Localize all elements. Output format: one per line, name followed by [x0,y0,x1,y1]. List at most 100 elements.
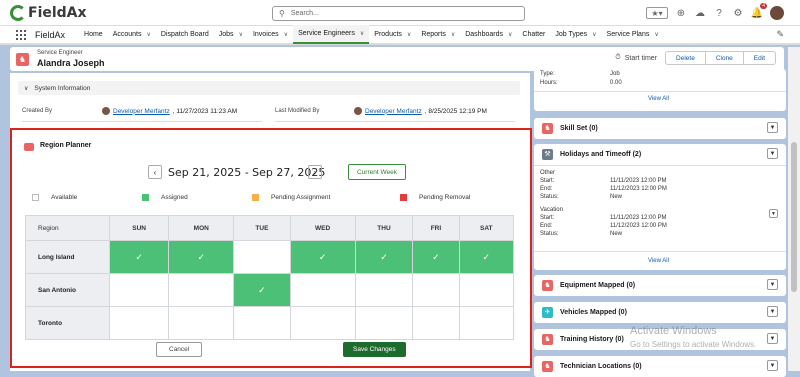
clone-button[interactable]: Clone [705,51,744,65]
chevron-down-icon[interactable]: ∨ [360,30,364,37]
start-timer-label: Start timer [624,54,658,62]
edit-nav-icon[interactable]: ✎ [776,29,784,40]
view-all-link[interactable]: View All [648,96,669,102]
nav-item-dispatch-board[interactable]: Dispatch Board [156,25,214,44]
nav-item-label: Home [84,31,103,38]
region-grid: Region SUN MON TUE WED THU FRI SAT Long Island ✓… [25,215,515,340]
region-column-header: Region [25,215,110,241]
user-avatar[interactable] [770,6,784,20]
available-cell[interactable] [412,273,460,307]
available-cell[interactable] [168,306,235,340]
chevron-down-icon[interactable]: ▼ [767,333,778,344]
skill-set-title[interactable]: Skill Set (0) [560,125,598,132]
nav-item-accounts[interactable]: Accounts ∨ [108,25,156,44]
day-column-header: TUE [233,215,291,241]
chevron-down-icon[interactable]: ∨ [654,31,658,38]
nav-item-products[interactable]: Products ∨ [369,25,416,44]
start-value: 11/11/2023 12:00 PM [610,215,667,221]
available-cell[interactable] [458,273,515,307]
save-changes-button[interactable]: Save Changes [343,342,406,357]
nav-item-invoices[interactable]: Invoices ∨ [248,25,293,44]
available-cell[interactable] [354,306,414,340]
detail-panel: ∨ System Information Created By Develope… [10,73,532,371]
end-value: 11/12/2023 12:00 PM [610,223,667,229]
app-logo[interactable]: FieldAx [10,5,87,21]
gear-icon[interactable]: ⚙ [732,7,744,19]
start-timer-button[interactable]: ⏱ Start timer [615,54,657,62]
assigned-cell[interactable]: ✓ [168,240,235,274]
cancel-button[interactable]: Cancel [156,342,203,357]
created-by-label: Created By [22,108,53,114]
chevron-down-icon[interactable]: ∨ [284,31,288,38]
available-cell[interactable] [289,273,356,307]
chevron-down-icon[interactable]: ▼ [767,148,778,159]
available-cell[interactable] [233,306,291,340]
technician-locations-title[interactable]: Technician Locations (0) [560,363,642,370]
equipment-title[interactable]: Equipment Mapped (0) [560,282,635,289]
nav-item-home[interactable]: Home [79,25,108,44]
nav-item-service-plans[interactable]: Service Plans ∨ [602,25,664,44]
nav-item-chatter[interactable]: Chatter [517,25,550,44]
add-icon[interactable]: ⊕ [675,7,687,19]
page-scrollbar[interactable] [788,47,800,371]
nav-item-label: Reports [421,31,446,38]
nav-item-jobs[interactable]: Jobs ∨ [214,25,248,44]
help-icon[interactable]: ? [713,7,725,19]
available-cell[interactable] [458,306,515,340]
app-launcher-icon[interactable] [16,29,26,40]
assigned-cell[interactable]: ✓ [458,240,515,274]
assigned-cell[interactable]: ✓ [354,240,414,274]
delete-button[interactable]: Delete [665,51,706,65]
current-week-button[interactable]: Current Week [348,164,406,180]
holidays-title[interactable]: Holidays and Timeoff (2) [560,151,641,158]
nav-item-job-types[interactable]: Job Types ∨ [550,25,601,44]
chevron-down-icon[interactable]: ∨ [508,31,512,38]
nav-item-label: Chatter [522,31,546,38]
chevron-down-icon[interactable]: ▼ [769,209,778,218]
edit-button[interactable]: Edit [743,51,776,65]
scrollbar-thumb[interactable] [791,142,797,292]
modified-by-link[interactable]: Developer Merfantz [365,108,422,115]
nav-item-reports[interactable]: Reports ∨ [416,25,460,44]
available-cell[interactable] [108,306,170,340]
search-input[interactable]: ⚲ Search... [272,6,525,21]
nav-item-label: Jobs [218,31,234,38]
assigned-cell[interactable]: ✓ [412,240,460,274]
legend-item: Assigned [142,194,188,201]
nav-item-dashboards[interactable]: Dashboards ∨ [460,25,517,44]
cloud-icon[interactable]: ☁ [694,7,706,19]
assigned-cell[interactable]: ✓ [289,240,356,274]
created-by-link[interactable]: Developer Merfantz [113,108,170,115]
available-cell[interactable] [108,273,170,307]
chevron-down-icon[interactable]: ∨ [147,31,151,38]
available-cell[interactable] [412,306,460,340]
available-cell[interactable] [289,306,356,340]
view-all-link[interactable]: View All [648,258,669,264]
nav-item-service-engineers[interactable]: Service Engineers ∨ [293,25,370,44]
assigned-cell[interactable]: ✓ [108,240,170,274]
next-week-button[interactable]: › [308,165,322,179]
available-cell[interactable] [354,273,414,307]
favorites-button[interactable]: ★▾ [646,7,668,19]
chevron-down-icon[interactable]: ∨ [592,31,596,38]
bell-icon[interactable]: 🔔 4 [751,3,767,19]
prev-week-button[interactable]: ‹ [148,165,162,179]
skill-set-icon: ♞ [542,122,553,134]
chevron-down-icon[interactable]: ∨ [407,31,411,38]
vehicles-title[interactable]: Vehicles Mapped (0) [560,309,627,316]
user-avatar-icon [354,107,362,115]
available-cell[interactable] [233,240,291,274]
available-cell[interactable] [168,273,235,307]
assigned-cell[interactable]: ✓ [233,273,291,307]
chevron-down-icon[interactable]: ▼ [767,360,778,371]
system-information-section[interactable]: ∨ System Information [18,81,520,95]
chevron-down-icon: ∨ [24,85,29,92]
chevron-down-icon[interactable]: ▼ [767,306,778,317]
chevron-down-icon[interactable]: ▼ [767,122,778,133]
training-title[interactable]: Training History (0) [560,336,624,343]
legend-label: Pending Assignment [271,194,331,201]
chevron-down-icon[interactable]: ∨ [451,31,455,38]
chevron-down-icon[interactable]: ▼ [767,279,778,290]
chevron-down-icon[interactable]: ∨ [239,31,243,38]
skill-set-card: ♞ Skill Set (0) ▼ [534,118,786,139]
